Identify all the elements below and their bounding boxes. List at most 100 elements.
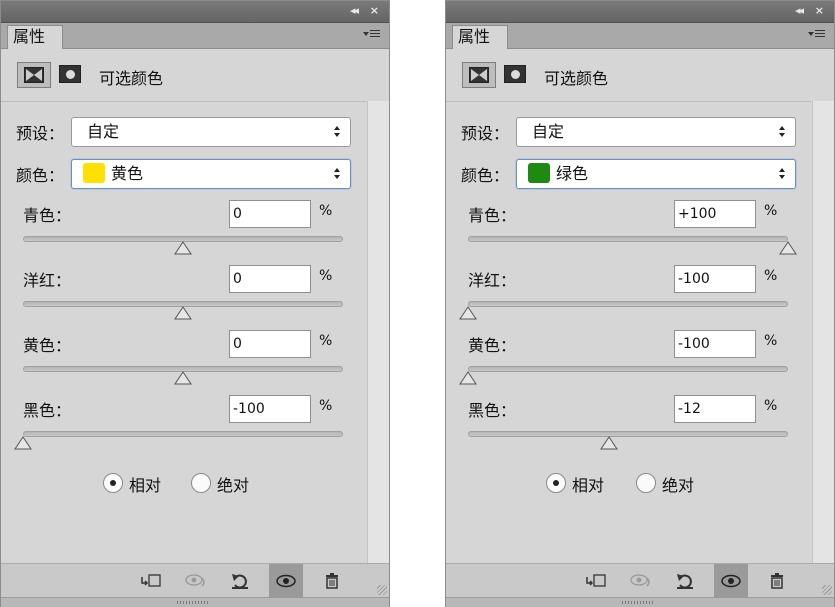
reset-icon[interactable] (668, 564, 702, 598)
preset-select[interactable]: 自定 (516, 117, 796, 147)
slider-thumb[interactable] (599, 436, 618, 450)
radio-circle[interactable] (103, 473, 123, 493)
slider-thumb[interactable] (14, 436, 32, 450)
slider-yellow: 黄色： 0 % (1, 330, 366, 394)
drag-handle[interactable] (622, 601, 654, 604)
colors-label: 颜色： (461, 166, 510, 185)
resize-grip[interactable] (822, 585, 832, 595)
preset-value: 自定 (532, 122, 565, 141)
colors-select[interactable]: 黄色 (71, 159, 351, 189)
slider-value-input[interactable]: 0 (229, 265, 311, 293)
colors-select[interactable]: 绿色 (516, 159, 796, 189)
slider-thumb[interactable] (779, 241, 797, 255)
collapse-button[interactable]: ◂◂ (795, 4, 804, 18)
color-swatch (528, 162, 550, 183)
slider-track[interactable] (468, 366, 788, 372)
close-button[interactable]: × (815, 4, 824, 18)
mask-icon[interactable] (504, 65, 526, 83)
slider-magenta: 洋红： 0 % (1, 265, 366, 329)
percent-unit: % (764, 268, 778, 284)
slider-track[interactable] (468, 236, 788, 242)
radio-label: 相对 (572, 476, 605, 495)
drag-handle[interactable] (177, 601, 209, 604)
collapse-button[interactable]: ◂◂ (350, 4, 359, 18)
panel-titlebar: ◂◂ × (446, 1, 834, 23)
slider-label: 青色： (468, 206, 517, 225)
slider-value-input[interactable]: 0 (229, 330, 311, 358)
slider-black: 黑色： -100 % (1, 395, 366, 459)
clip-to-layer-icon[interactable] (578, 564, 612, 598)
panel-footer (446, 597, 834, 607)
slider-label: 洋红： (23, 271, 72, 290)
panel-footer (1, 597, 389, 607)
slider-track[interactable] (468, 431, 788, 437)
trash-icon[interactable] (315, 564, 349, 598)
resize-grip[interactable] (377, 585, 387, 595)
slider-label: 黄色： (468, 336, 517, 355)
slider-thumb[interactable] (174, 241, 192, 255)
toggle-visibility-previous-icon[interactable] (622, 564, 656, 598)
tab-row: 属性 (1, 23, 389, 49)
reset-icon[interactable] (223, 564, 257, 598)
panel-menu-icon[interactable] (808, 27, 826, 43)
slider-label: 黑色： (23, 401, 72, 420)
preset-select[interactable]: 自定 (71, 117, 351, 147)
slider-label: 黄色： (23, 336, 72, 355)
radio-label: 绝对 (217, 476, 250, 495)
adjustment-icon[interactable] (462, 62, 496, 88)
slider-cyan: 青色： +100 % (446, 200, 811, 264)
close-button[interactable]: × (370, 4, 379, 18)
trash-icon[interactable] (760, 564, 794, 598)
percent-unit: % (319, 398, 333, 414)
radio-circle[interactable] (546, 473, 566, 493)
slider-track[interactable] (23, 431, 343, 437)
slider-thumb[interactable] (174, 306, 192, 320)
slider-thumb[interactable] (174, 371, 192, 385)
panel-menu-icon[interactable] (363, 27, 381, 43)
slider-value-input[interactable]: +100 (674, 200, 756, 228)
adjustment-header: 可选颜色 (446, 49, 834, 101)
slider-track[interactable] (468, 301, 788, 307)
slider-value-input[interactable]: -100 (674, 265, 756, 293)
mask-icon[interactable] (59, 65, 81, 83)
toggle-visibility-previous-icon[interactable] (177, 564, 211, 598)
panel-titlebar: ◂◂ × (1, 1, 389, 23)
radio-label: 相对 (129, 476, 162, 495)
slider-value-input[interactable]: -12 (674, 395, 756, 423)
method-radio-group: 相对 绝对 (446, 470, 811, 500)
adjustment-icon[interactable] (17, 62, 51, 88)
scrollbar[interactable] (812, 101, 834, 563)
adjustment-header: 可选颜色 (1, 49, 389, 101)
color-swatch (83, 162, 105, 183)
percent-unit: % (764, 203, 778, 219)
percent-unit: % (319, 333, 333, 349)
select-arrows-icon (334, 168, 342, 180)
slider-label: 洋红： (468, 271, 517, 290)
slider-black: 黑色： -12 % (446, 395, 811, 459)
slider-value-input[interactable]: -100 (674, 330, 756, 358)
tab-properties[interactable]: 属性 (7, 25, 63, 49)
clip-to-layer-icon[interactable] (133, 564, 167, 598)
slider-value-input[interactable]: -100 (229, 395, 311, 423)
properties-panel-right: ◂◂ × 属性 可选颜色 预设： 自定 颜色： 绿色 青色： +100 % 洋红… (445, 0, 835, 607)
slider-value-input[interactable]: 0 (229, 200, 311, 228)
slider-thumb[interactable] (459, 371, 477, 385)
eye-icon[interactable] (714, 564, 748, 598)
bottom-toolbar (1, 563, 389, 598)
bottom-toolbar (446, 563, 834, 598)
colors-value: 黄色 (111, 164, 144, 183)
tab-properties[interactable]: 属性 (452, 25, 508, 49)
scrollbar[interactable] (367, 101, 389, 563)
radio-circle[interactable] (636, 473, 656, 493)
percent-unit: % (319, 203, 333, 219)
radio-circle[interactable] (191, 473, 211, 493)
radio-label: 绝对 (662, 476, 695, 495)
adjustment-title: 可选颜色 (544, 69, 609, 88)
slider-label: 黑色： (468, 401, 517, 420)
eye-icon[interactable] (269, 564, 303, 598)
slider-magenta: 洋红： -100 % (446, 265, 811, 329)
preset-label: 预设： (16, 124, 65, 143)
select-arrows-icon (334, 126, 342, 138)
slider-thumb[interactable] (459, 306, 477, 320)
adjustment-title: 可选颜色 (99, 69, 164, 88)
